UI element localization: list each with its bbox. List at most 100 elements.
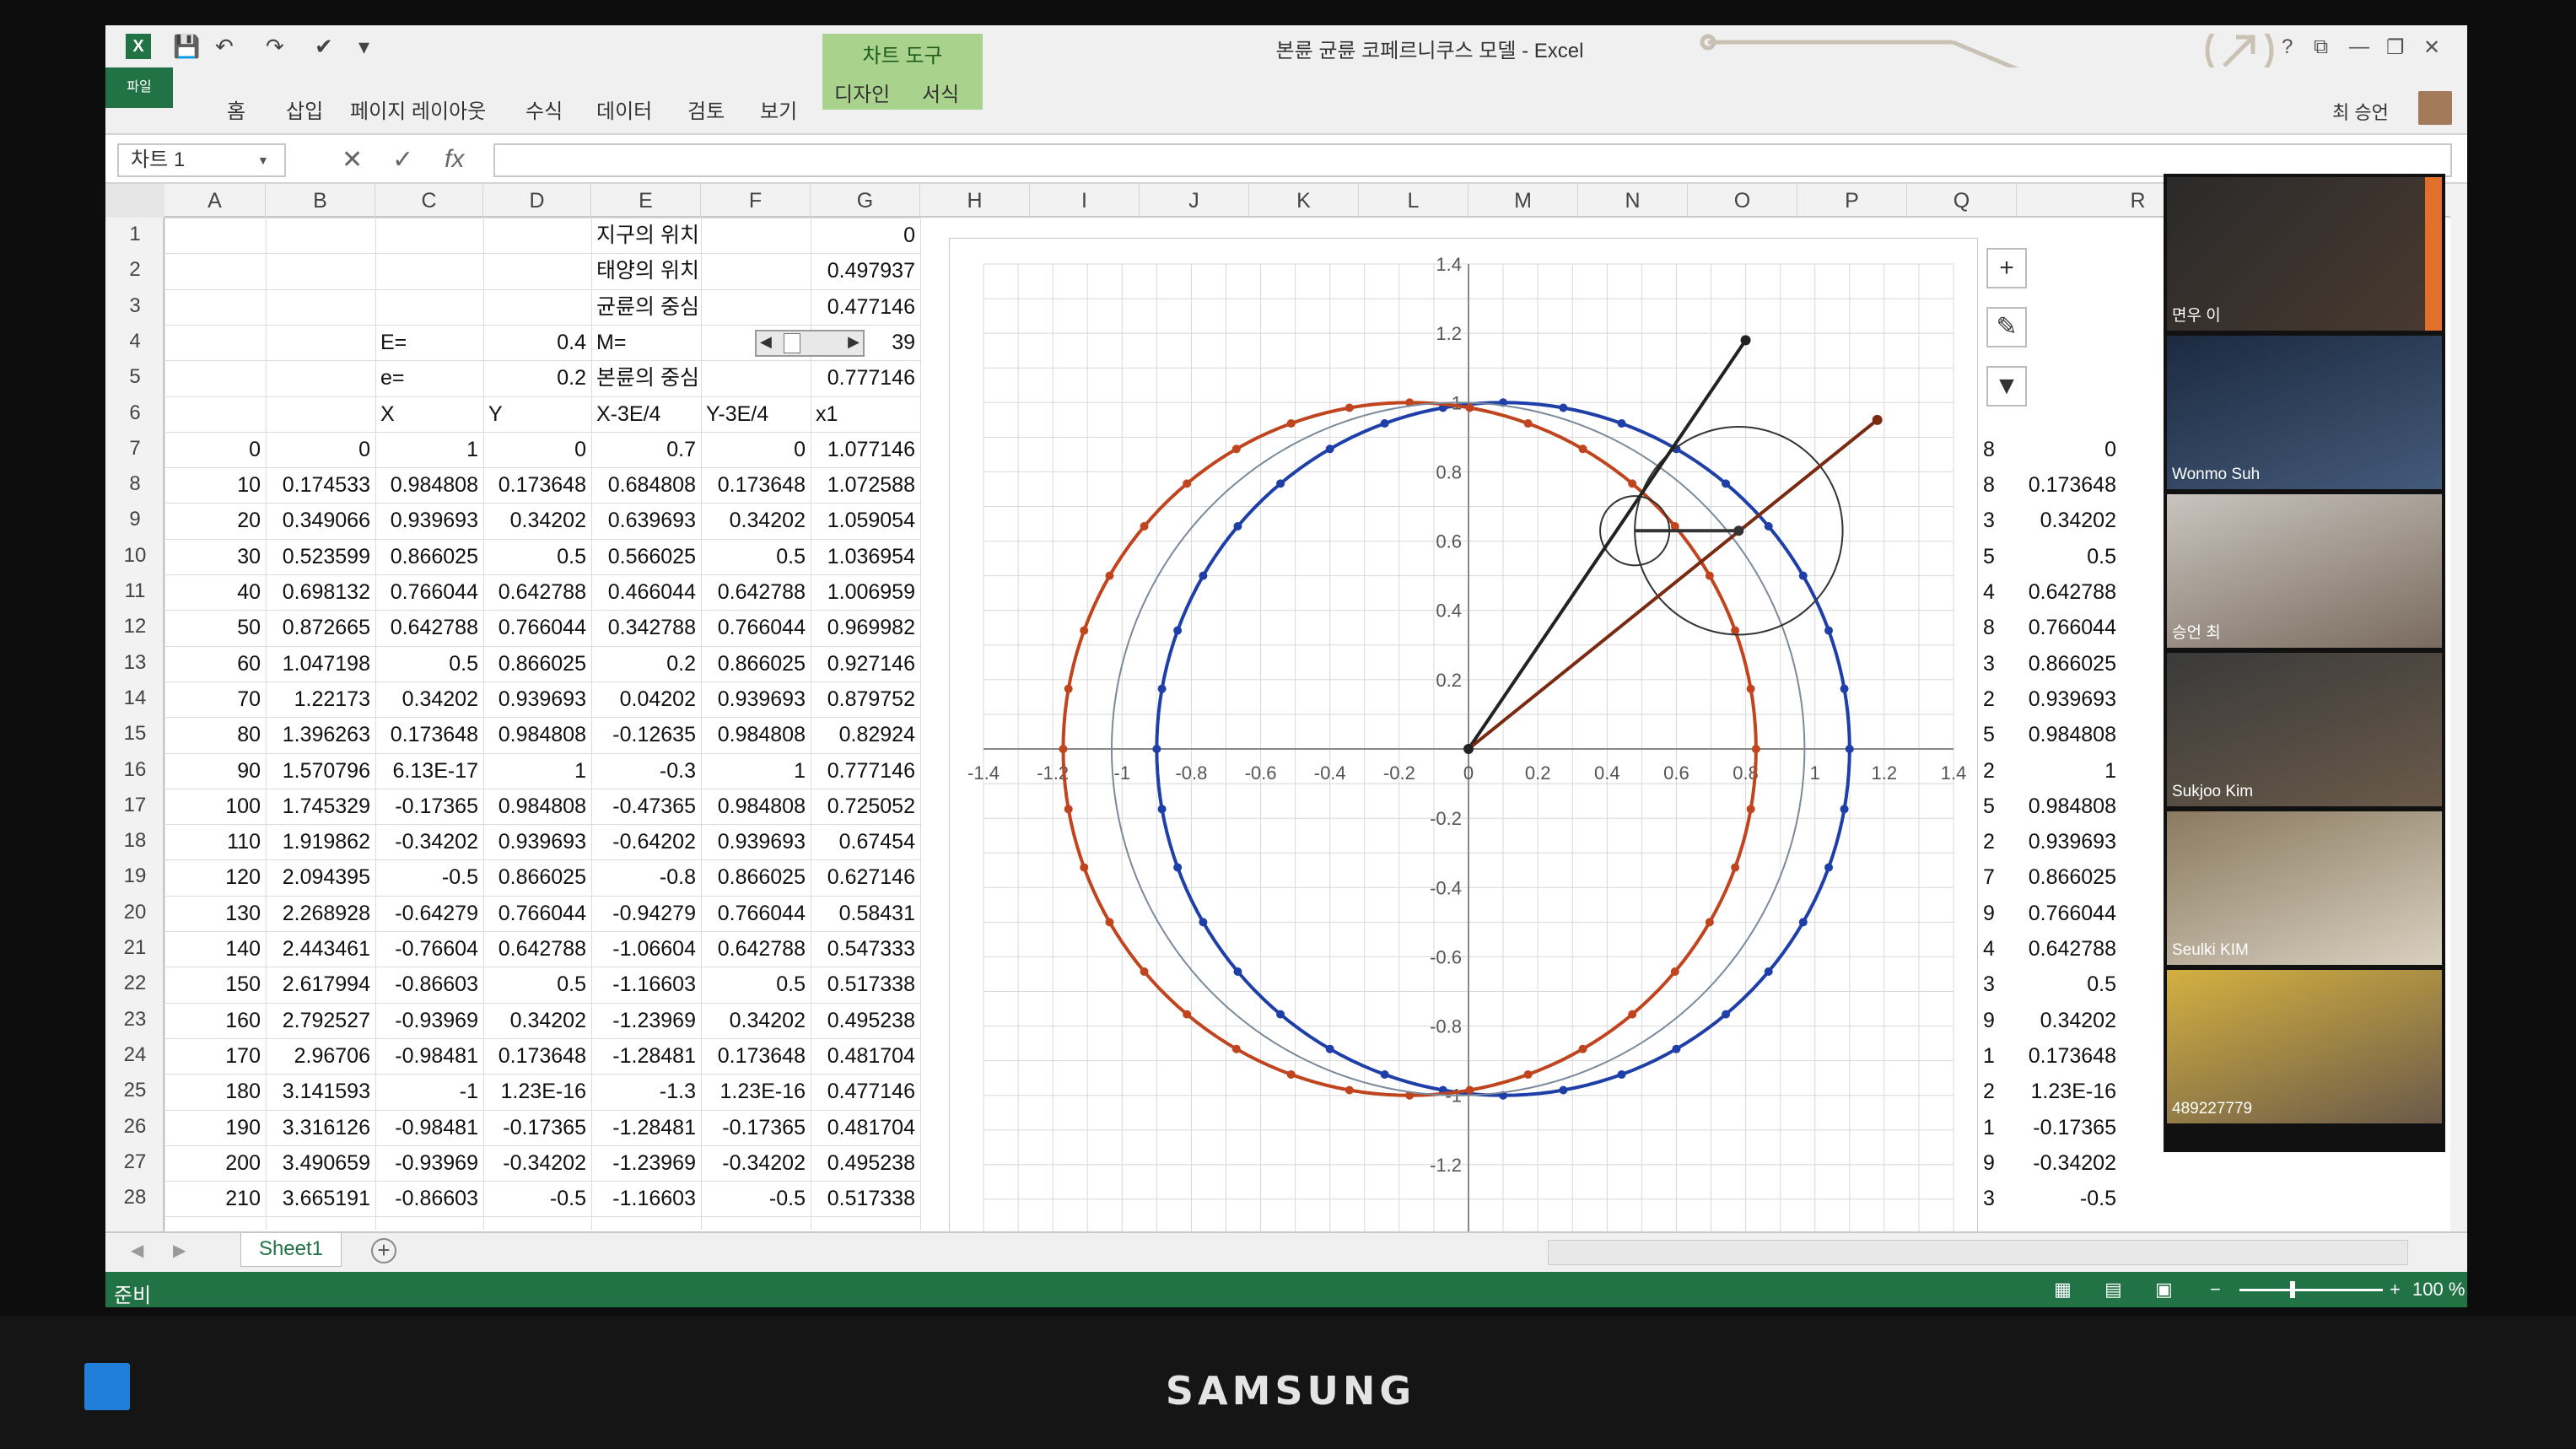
cell[interactable]: 140 [164, 931, 266, 967]
row-header[interactable]: 13 [105, 651, 164, 675]
chart-filter-button[interactable]: ▼ [1986, 366, 2027, 407]
cell[interactable]: 0.04202 [591, 681, 701, 717]
cell[interactable]: 0.766044 [483, 610, 591, 645]
row-header[interactable]: 7 [105, 437, 164, 461]
cell[interactable]: 3 [1978, 967, 2012, 1002]
label-e[interactable]: e= [375, 360, 483, 396]
header-x-3e4[interactable]: X-3E/4 [591, 396, 701, 432]
tab-review[interactable]: 검토 [687, 94, 725, 124]
cell[interactable]: 0.58431 [811, 896, 920, 931]
cell[interactable]: 1 [483, 753, 591, 789]
cell[interactable]: 0.984808 [483, 717, 591, 752]
cell[interactable]: 8 [1978, 467, 2012, 503]
cell[interactable]: -0.94279 [591, 896, 701, 931]
cell[interactable]: -0.86603 [375, 967, 483, 1002]
row-header[interactable]: 6 [105, 401, 164, 425]
cell[interactable]: -0.5 [483, 1181, 591, 1216]
cell[interactable]: 1.077146 [811, 432, 920, 467]
cell[interactable]: 0.82924 [811, 717, 920, 752]
cell[interactable]: 1 [2012, 753, 2121, 789]
cell[interactable]: 70 [164, 681, 266, 717]
cell[interactable]: 0.866025 [483, 646, 591, 681]
row-header[interactable]: 28 [105, 1186, 164, 1209]
next-sheet-icon[interactable]: ▶ [173, 1240, 186, 1261]
cell[interactable]: 0.984808 [483, 789, 591, 824]
value-equant-center[interactable]: 0.477146 [811, 289, 920, 325]
cell[interactable]: -1.16603 [591, 1181, 701, 1216]
tab-data[interactable]: 데이터 [596, 94, 652, 124]
cell[interactable]: 0.34202 [483, 1003, 591, 1038]
cell[interactable]: 0.866025 [2012, 646, 2121, 681]
cell[interactable]: 0.766044 [701, 610, 811, 645]
cell[interactable]: 0.766044 [701, 896, 811, 931]
cell[interactable]: 6.13E-17 [375, 753, 483, 789]
cell[interactable]: 1 [1978, 1110, 2012, 1145]
prev-sheet-icon[interactable]: ◀ [131, 1240, 143, 1261]
row-header[interactable]: 26 [105, 1115, 164, 1139]
cell[interactable]: 0.5 [701, 967, 811, 1002]
cell[interactable]: 2.094395 [266, 859, 375, 895]
cell[interactable]: 0 [164, 432, 266, 467]
header-x1[interactable]: x1 [811, 396, 920, 432]
cell[interactable]: 0.642788 [483, 931, 591, 967]
cell[interactable]: 0.34202 [483, 503, 591, 538]
spinner-thumb[interactable] [784, 332, 800, 353]
cell[interactable]: 0.2 [591, 646, 701, 681]
cell[interactable]: 0.642788 [2012, 931, 2121, 967]
cell[interactable]: 0.67454 [811, 824, 920, 859]
cell[interactable]: 0.517338 [811, 1181, 920, 1216]
chart-icon[interactable]: ✔ [315, 34, 333, 60]
cell[interactable]: 40 [164, 574, 266, 610]
cell[interactable]: 0.725052 [811, 789, 920, 824]
cell[interactable]: 0.481704 [811, 1038, 920, 1074]
cell[interactable]: 3.141593 [266, 1074, 375, 1109]
cell[interactable]: 0.642788 [483, 574, 591, 610]
cell[interactable]: 1 [701, 753, 811, 789]
cell[interactable]: 0.173648 [2012, 1038, 2121, 1074]
tab-format[interactable]: 서식 [922, 78, 959, 107]
column-header-I[interactable]: I [1030, 184, 1140, 218]
cell[interactable]: 0.984808 [2012, 789, 2121, 824]
cell[interactable]: 0.495238 [811, 1003, 920, 1038]
save-icon[interactable]: 💾 [173, 34, 200, 60]
video-tile[interactable]: 489227779 [2167, 970, 2442, 1123]
m-spinner[interactable]: ◀ ▶ [755, 329, 865, 357]
cell[interactable]: 0.642788 [701, 931, 811, 967]
row-header[interactable]: 22 [105, 972, 164, 995]
cell[interactable]: 0.466044 [591, 574, 701, 610]
cell[interactable]: 0.939693 [701, 681, 811, 717]
cell[interactable]: -1.3 [591, 1074, 701, 1109]
video-tile[interactable]: Sukjoo Kim [2167, 653, 2442, 806]
cell[interactable]: -0.17365 [701, 1110, 811, 1145]
cell[interactable]: 0 [701, 432, 811, 467]
cell[interactable]: 0.684808 [591, 467, 701, 503]
zoom-slider-thumb[interactable] [2290, 1281, 2295, 1298]
video-tile[interactable]: Wonmo Suh [2167, 336, 2442, 489]
cell[interactable]: 0.984808 [2012, 717, 2121, 752]
redo-icon[interactable]: ↷ [266, 34, 284, 60]
cell[interactable]: 0.642788 [701, 574, 811, 610]
cell[interactable]: 1.396263 [266, 717, 375, 752]
cell[interactable]: 3.665191 [266, 1181, 375, 1216]
cell[interactable]: 3 [1978, 646, 2012, 681]
row-header[interactable]: 15 [105, 722, 164, 746]
cell[interactable]: 7 [1978, 859, 2012, 895]
cell[interactable]: -0.5 [375, 859, 483, 895]
cell[interactable]: 170 [164, 1038, 266, 1074]
cell[interactable]: 1.570796 [266, 753, 375, 789]
column-header-J[interactable]: J [1140, 184, 1249, 218]
cell[interactable]: -0.64202 [591, 824, 701, 859]
add-sheet-button[interactable]: + [371, 1238, 396, 1263]
tab-design[interactable]: 디자인 [834, 78, 890, 107]
cell[interactable]: 160 [164, 1003, 266, 1038]
row-header[interactable]: 16 [105, 758, 164, 782]
row-header[interactable]: 5 [105, 365, 164, 389]
chevron-down-icon[interactable]: ▼ [257, 154, 269, 167]
cell[interactable]: 0.5 [483, 967, 591, 1002]
cell[interactable]: 0.969982 [811, 610, 920, 645]
cell[interactable]: 0.34202 [701, 1003, 811, 1038]
cell[interactable]: 1.919862 [266, 824, 375, 859]
cell[interactable]: -0.64279 [375, 896, 483, 931]
zoom-in-icon[interactable]: + [2390, 1279, 2401, 1301]
undo-icon[interactable]: ↶ [215, 34, 234, 60]
